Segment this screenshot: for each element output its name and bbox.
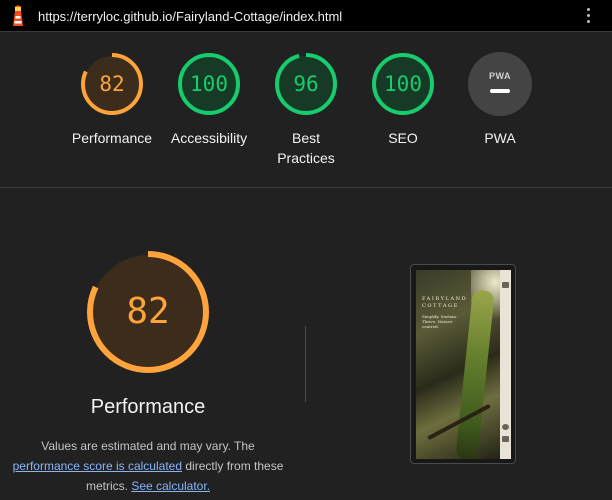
gauge-label: PWA (484, 130, 516, 146)
score-gauges: 82 Performance 100 Accessibility 96 Best… (0, 32, 612, 188)
performance-gauge-ring: 82 (80, 52, 144, 116)
gauge-performance[interactable]: 82 Performance (57, 52, 167, 148)
gauge-best-practices[interactable]: 96 Best Practices (251, 52, 361, 168)
site-sidebar (500, 270, 511, 459)
seo-score: 100 (384, 72, 422, 96)
site-tagline: Simplify. Sustain. Thrive. Nature-centre… (422, 314, 458, 329)
lighthouse-icon (8, 5, 28, 27)
gauge-label: Accessibility (170, 130, 248, 146)
performance-big-gauge: 82 (84, 248, 212, 376)
pwa-badge-icon: PWA (468, 52, 532, 116)
accessibility-score: 100 (190, 72, 228, 96)
top-bar: https://terryloc.github.io/Fairyland-Cot… (0, 0, 612, 32)
gauge-pwa[interactable]: PWA PWA (445, 52, 555, 148)
brand-line-2: COTTAGE (422, 303, 459, 309)
seo-gauge-ring: 100 (371, 52, 435, 116)
performance-title: Performance (90, 396, 206, 418)
performance-summary: 82 Performance (48, 248, 248, 419)
pwa-badge-text: PWA (488, 71, 511, 81)
gauge-accessibility[interactable]: 100 Accessibility (154, 52, 264, 148)
page-url: https://terryloc.github.io/Fairyland-Cot… (38, 9, 343, 24)
final-screenshot: FAIRYLAND COTTAGE Simplify. Sustain. Thr… (416, 270, 511, 459)
kebab-menu-icon[interactable] (584, 8, 592, 26)
site-brand: FAIRYLAND COTTAGE (422, 296, 467, 310)
performance-big-score: 82 (126, 291, 170, 332)
menu-icon (502, 282, 509, 288)
score-note: Values are estimated and may vary. The p… (0, 436, 296, 496)
gauge-label: Best Practices (277, 130, 335, 166)
score-calculation-link[interactable]: performance score is calculated (13, 459, 182, 473)
gauge-label: SEO (388, 130, 418, 146)
performance-score: 82 (99, 72, 125, 96)
youtube-icon (502, 436, 509, 442)
brand-line-1: FAIRYLAND (422, 296, 468, 302)
final-screenshot-frame[interactable]: FAIRYLAND COTTAGE Simplify. Sustain. Thr… (410, 264, 516, 464)
best-practices-score: 96 (293, 72, 319, 96)
note-text: Values are estimated and may vary. The (41, 439, 255, 453)
accessibility-gauge-ring: 100 (177, 52, 241, 116)
gauge-label: Performance (71, 130, 153, 146)
best-practices-gauge-ring: 96 (274, 52, 338, 116)
divider (305, 326, 306, 402)
see-calculator-link[interactable]: See calculator. (131, 479, 210, 493)
gauge-seo[interactable]: 100 SEO (348, 52, 458, 148)
instagram-icon (502, 424, 509, 430)
